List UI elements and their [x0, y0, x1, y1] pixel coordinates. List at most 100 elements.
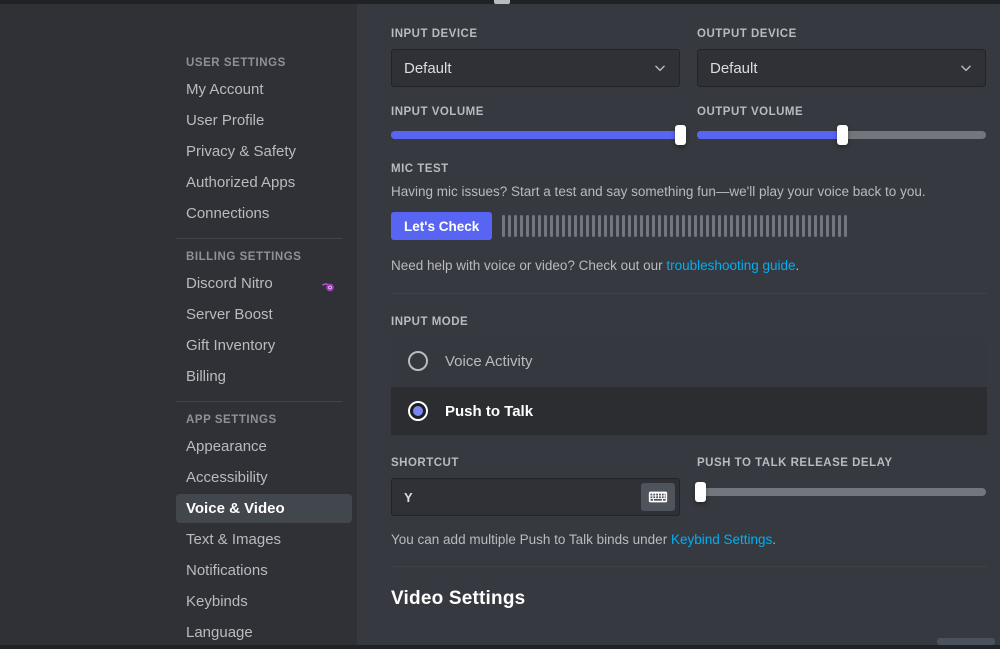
voice-and-video-content: INPUT DEVICE Default OUTPUT DEVICE Defau… — [391, 4, 987, 610]
input-device-value: Default — [404, 60, 653, 77]
input-mode-option-list: Voice Activity Push to Talk — [391, 337, 987, 435]
sidebar-group-list: USER SETTINGS My AccountUser Profile Priva… — [176, 57, 357, 645]
sidebar-item-voice-video[interactable]: Voice & Video — [176, 494, 352, 523]
radio-selected-icon[interactable] — [408, 401, 428, 421]
mic-meter-tick — [622, 215, 625, 237]
sidebar-item-connections[interactable]: Connections — [176, 199, 352, 228]
input-mode-option-push-to-talk[interactable]: Push to Talk — [391, 387, 987, 435]
sidebar-item-text-images[interactable]: Text & Images — [176, 525, 352, 554]
mic-meter-tick — [688, 215, 691, 237]
sidebar-section-title: BILLING SETTINGS — [176, 251, 357, 263]
output-volume-thumb[interactable] — [837, 125, 848, 145]
device-row: INPUT DEVICE Default OUTPUT DEVICE Defau… — [391, 28, 987, 87]
sidebar-item-gift-inventory[interactable]: Gift Inventory — [176, 331, 352, 360]
sidebar-item-language[interactable]: Language — [176, 618, 352, 645]
shortcut-input[interactable]: Y — [391, 478, 680, 516]
sidebar-item-server-boost[interactable]: Server Boost — [176, 300, 352, 329]
mic-meter-tick — [526, 215, 529, 237]
input-volume-slider[interactable] — [391, 131, 680, 139]
shortcut-label: SHORTCUT — [391, 457, 680, 469]
sidebar-item-label: Privacy & Safety — [186, 143, 296, 160]
settings-sidebar: USER SETTINGS My AccountUser Profile Priva… — [0, 4, 357, 645]
mic-meter-tick — [658, 215, 661, 237]
sidebar-item-privacy-safety[interactable]: Privacy & Safety — [176, 137, 352, 166]
input-mode-option-label: Push to Talk — [445, 403, 533, 420]
troubleshooting-guide-link[interactable]: troubleshooting guide — [666, 258, 795, 273]
output-device-value: Default — [710, 60, 959, 77]
mic-meter-tick — [784, 215, 787, 237]
input-device-dropdown[interactable]: Default — [391, 49, 680, 87]
input-volume-fill — [391, 131, 680, 139]
release-delay-group: PUSH TO TALK RELEASE DELAY — [697, 457, 986, 516]
mic-meter-tick — [544, 215, 547, 237]
troubleshooting-help-text: Need help with voice or video? Check out… — [391, 257, 987, 275]
sidebar-item-authorized-apps[interactable]: Authorized Apps — [176, 168, 352, 197]
mic-meter-tick — [832, 215, 835, 237]
mic-meter-tick — [838, 215, 841, 237]
mic-test-description: Having mic issues? Start a test and say … — [391, 183, 987, 201]
sidebar-item-user-profile[interactable]: User Profile — [176, 106, 352, 135]
discord-user-settings-window: USER SETTINGS My AccountUser Profile Priva… — [0, 0, 1000, 649]
mic-meter-tick — [748, 215, 751, 237]
lets-check-button[interactable]: Let's Check — [391, 212, 492, 240]
mic-meter-tick — [556, 215, 559, 237]
sidebar-item-label: Notifications — [186, 562, 268, 579]
sidebar-item-keybinds[interactable]: Keybinds — [176, 587, 352, 616]
sidebar-divider — [176, 238, 342, 239]
output-volume-label: OUTPUT VOLUME — [697, 106, 986, 118]
sidebar-section-title: USER SETTINGS — [176, 57, 357, 69]
keybind-settings-link[interactable]: Keybind Settings — [671, 532, 772, 547]
sidebar-item-discord-nitro[interactable]: Discord Nitro — [176, 269, 352, 298]
scrollbar-fragment[interactable] — [937, 638, 995, 645]
output-device-dropdown[interactable]: Default — [697, 49, 986, 87]
mic-meter-tick — [670, 215, 673, 237]
sidebar-item-label: Voice & Video — [186, 500, 285, 517]
sidebar-item-my-account[interactable]: My Account — [176, 75, 352, 104]
mic-meter-tick — [634, 215, 637, 237]
keybind-note: You can add multiple Push to Talk binds … — [391, 532, 987, 547]
release-delay-thumb[interactable] — [695, 482, 706, 502]
mic-meter-tick — [706, 215, 709, 237]
mic-test-section: MIC TEST Having mic issues? Start a test… — [391, 163, 987, 275]
mic-meter-tick — [592, 215, 595, 237]
output-device-label: OUTPUT DEVICE — [697, 28, 986, 40]
input-volume-thumb[interactable] — [675, 125, 686, 145]
keybind-note-prefix: You can add multiple Push to Talk binds … — [391, 532, 671, 547]
sidebar-item-billing[interactable]: Billing — [176, 362, 352, 391]
release-delay-slider[interactable] — [697, 488, 986, 496]
sidebar-divider — [176, 401, 342, 402]
mic-meter-tick — [694, 215, 697, 237]
mic-meter-tick — [844, 215, 847, 237]
mic-meter-tick — [532, 215, 535, 237]
mic-meter-tick — [616, 215, 619, 237]
sidebar-item-notifications[interactable]: Notifications — [176, 556, 352, 585]
mic-meter-tick — [604, 215, 607, 237]
mic-meter-tick — [652, 215, 655, 237]
mic-meter-tick — [766, 215, 769, 237]
mic-meter-tick — [802, 215, 805, 237]
input-mode-option-voice-activity[interactable]: Voice Activity — [391, 337, 987, 385]
output-device-group: OUTPUT DEVICE Default — [697, 28, 986, 87]
nitro-badge-icon — [321, 276, 336, 291]
sidebar-item-label: Language — [186, 624, 253, 641]
sidebar-item-label: Keybinds — [186, 593, 248, 610]
mic-meter-tick — [700, 215, 703, 237]
sidebar-item-label: Text & Images — [186, 531, 281, 548]
keyboard-icon[interactable] — [641, 483, 675, 511]
mic-meter-tick — [538, 215, 541, 237]
input-device-label: INPUT DEVICE — [391, 28, 680, 40]
radio-unselected-icon[interactable] — [408, 351, 428, 371]
mic-test-row: Let's Check — [391, 212, 987, 240]
sidebar-item-label: Authorized Apps — [186, 174, 295, 191]
mic-meter-tick — [682, 215, 685, 237]
output-volume-slider[interactable] — [697, 131, 986, 139]
mic-meter-tick — [568, 215, 571, 237]
mic-meter-tick — [736, 215, 739, 237]
input-volume-group: INPUT VOLUME — [391, 106, 680, 139]
mic-meter-tick — [730, 215, 733, 237]
sidebar-item-accessibility[interactable]: Accessibility — [176, 463, 352, 492]
mic-meter-tick — [760, 215, 763, 237]
voice-and-video-panel: INPUT DEVICE Default OUTPUT DEVICE Defau… — [357, 4, 1000, 645]
shortcut-row: SHORTCUT Y — [391, 457, 987, 516]
sidebar-item-appearance[interactable]: Appearance — [176, 432, 352, 461]
